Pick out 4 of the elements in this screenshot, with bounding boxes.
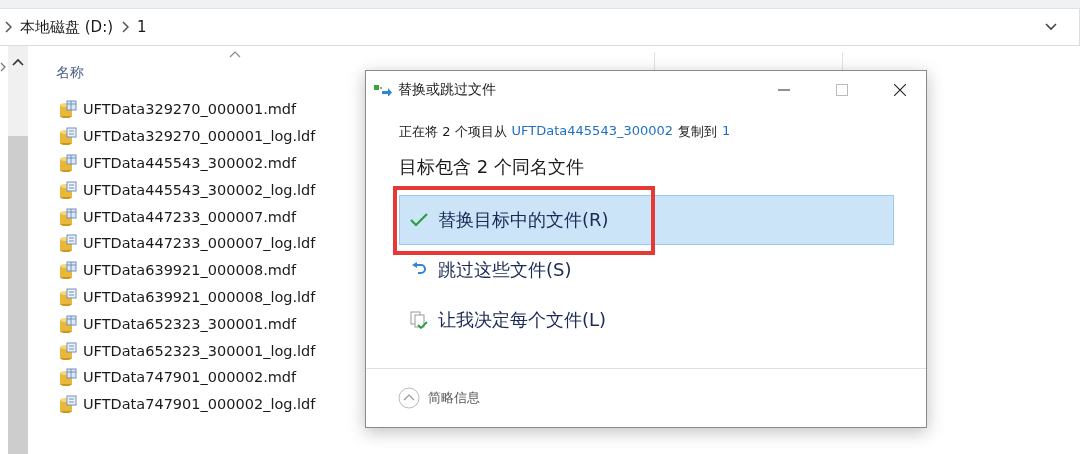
conflict-heading: 目标包含 2 个同名文件: [399, 155, 585, 179]
copy-status-text: 复制到: [678, 123, 718, 141]
window-title: 替换或跳过文件: [398, 81, 497, 99]
copy-status-text: 正在将 2 个项目从: [399, 123, 507, 141]
